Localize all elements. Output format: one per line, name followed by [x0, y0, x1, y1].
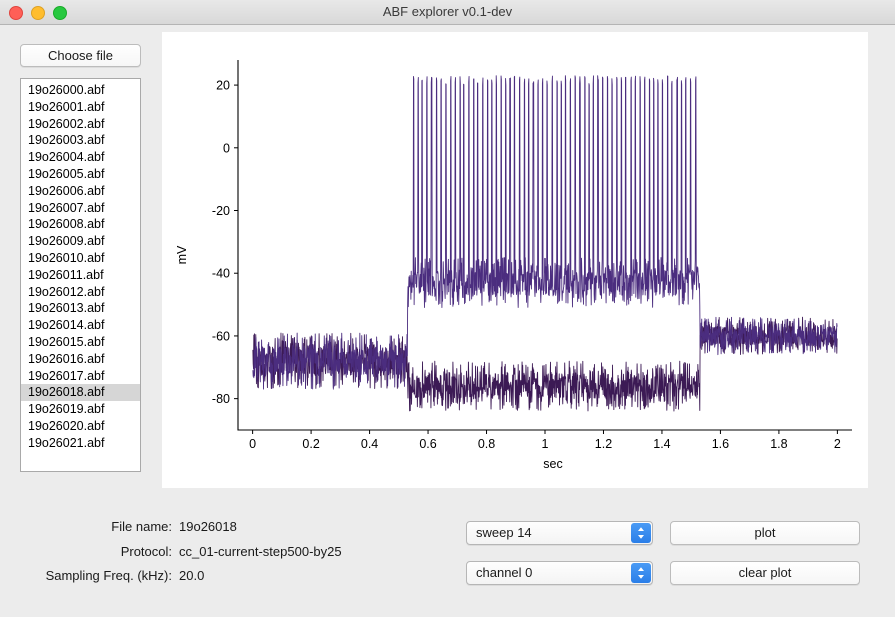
- sweep-select-stepper-icon[interactable]: [631, 523, 651, 543]
- plot-tick-labels: 0 0.2 0.4 0.6 0.8 1 1.2 1.4 1.6 1.8 2 20 0 -20 -40 -60 -…: [212, 79, 841, 451]
- x-tick-label: 1: [542, 437, 549, 451]
- x-tick-label: 2: [834, 437, 841, 451]
- choose-file-button[interactable]: Choose file: [20, 44, 141, 67]
- x-tick-label: 1.8: [770, 437, 787, 451]
- list-item[interactable]: 19o26017.abf: [21, 368, 140, 385]
- y-axis-label: mV: [175, 245, 189, 264]
- x-tick-label: 1.2: [595, 437, 612, 451]
- list-item[interactable]: 19o26011.abf: [21, 267, 140, 284]
- list-item[interactable]: 19o26016.abf: [21, 351, 140, 368]
- list-item[interactable]: 19o26003.abf: [21, 132, 140, 149]
- file-name-label: File name:: [0, 519, 172, 534]
- x-tick-label: 0.6: [419, 437, 436, 451]
- x-tick-label: 1.4: [653, 437, 670, 451]
- list-item[interactable]: 19o26015.abf: [21, 334, 140, 351]
- list-item[interactable]: 19o26001.abf: [21, 99, 140, 116]
- list-item[interactable]: 19o26004.abf: [21, 149, 140, 166]
- window-title: ABF explorer v0.1-dev: [0, 0, 895, 24]
- list-item[interactable]: 19o26002.abf: [21, 116, 140, 133]
- file-name-value: 19o26018: [179, 519, 237, 534]
- list-item[interactable]: 19o26019.abf: [21, 401, 140, 418]
- list-item[interactable]: 19o26006.abf: [21, 183, 140, 200]
- list-item[interactable]: 19o26008.abf: [21, 216, 140, 233]
- app-window: ABF explorer v0.1-dev Choose file 19o260…: [0, 0, 895, 617]
- sweep-select-value: sweep 14: [476, 522, 532, 544]
- title-bar: ABF explorer v0.1-dev: [0, 0, 895, 25]
- channel-select-value: channel 0: [476, 562, 532, 584]
- channel-select[interactable]: channel 0: [466, 561, 653, 585]
- list-item[interactable]: 19o26007.abf: [21, 200, 140, 217]
- list-item[interactable]: 19o26000.abf: [21, 82, 140, 99]
- x-tick-label: 0.8: [478, 437, 495, 451]
- recording-plot: 0 0.2 0.4 0.6 0.8 1 1.2 1.4 1.6 1.8 2 20 0 -20 -40 -60 -…: [162, 32, 868, 488]
- list-item[interactable]: 19o26005.abf: [21, 166, 140, 183]
- y-tick-label: 0: [223, 141, 230, 155]
- protocol-label: Protocol:: [0, 544, 172, 559]
- plot-canvas: 0 0.2 0.4 0.6 0.8 1 1.2 1.4 1.6 1.8 2 20 0 -20 -40 -60 -…: [162, 32, 868, 488]
- list-item[interactable]: 19o26010.abf: [21, 250, 140, 267]
- y-tick-label: -20: [212, 204, 230, 218]
- y-tick-label: 20: [216, 79, 230, 93]
- x-tick-label: 0.2: [302, 437, 319, 451]
- list-item[interactable]: 19o26014.abf: [21, 317, 140, 334]
- plot-button[interactable]: plot: [670, 521, 860, 545]
- y-tick-label: -40: [212, 267, 230, 281]
- x-tick-label: 0.4: [361, 437, 378, 451]
- sampling-freq-label: Sampling Freq. (kHz):: [0, 568, 172, 583]
- list-item[interactable]: 19o26013.abf: [21, 300, 140, 317]
- list-item[interactable]: 19o26020.abf: [21, 418, 140, 435]
- axis-spines: [238, 60, 852, 430]
- y-tick-label: -60: [212, 329, 230, 343]
- sweep-select[interactable]: sweep 14: [466, 521, 653, 545]
- sampling-freq-value: 20.0: [179, 568, 204, 583]
- file-list[interactable]: 19o26000.abf19o26001.abf19o26002.abf19o2…: [20, 78, 141, 472]
- channel-select-stepper-icon[interactable]: [631, 563, 651, 583]
- list-item[interactable]: 19o26012.abf: [21, 284, 140, 301]
- clear-plot-button[interactable]: clear plot: [670, 561, 860, 585]
- x-axis-label: sec: [543, 457, 562, 471]
- x-tick-label: 1.6: [712, 437, 729, 451]
- list-item[interactable]: 19o26009.abf: [21, 233, 140, 250]
- list-item[interactable]: 19o26018.abf: [21, 384, 140, 401]
- x-tick-label: 0: [249, 437, 256, 451]
- list-item[interactable]: 19o26021.abf: [21, 435, 140, 452]
- y-tick-label: -80: [212, 392, 230, 406]
- protocol-value: cc_01-current-step500-by25: [179, 544, 342, 559]
- plot-traces: [253, 76, 837, 411]
